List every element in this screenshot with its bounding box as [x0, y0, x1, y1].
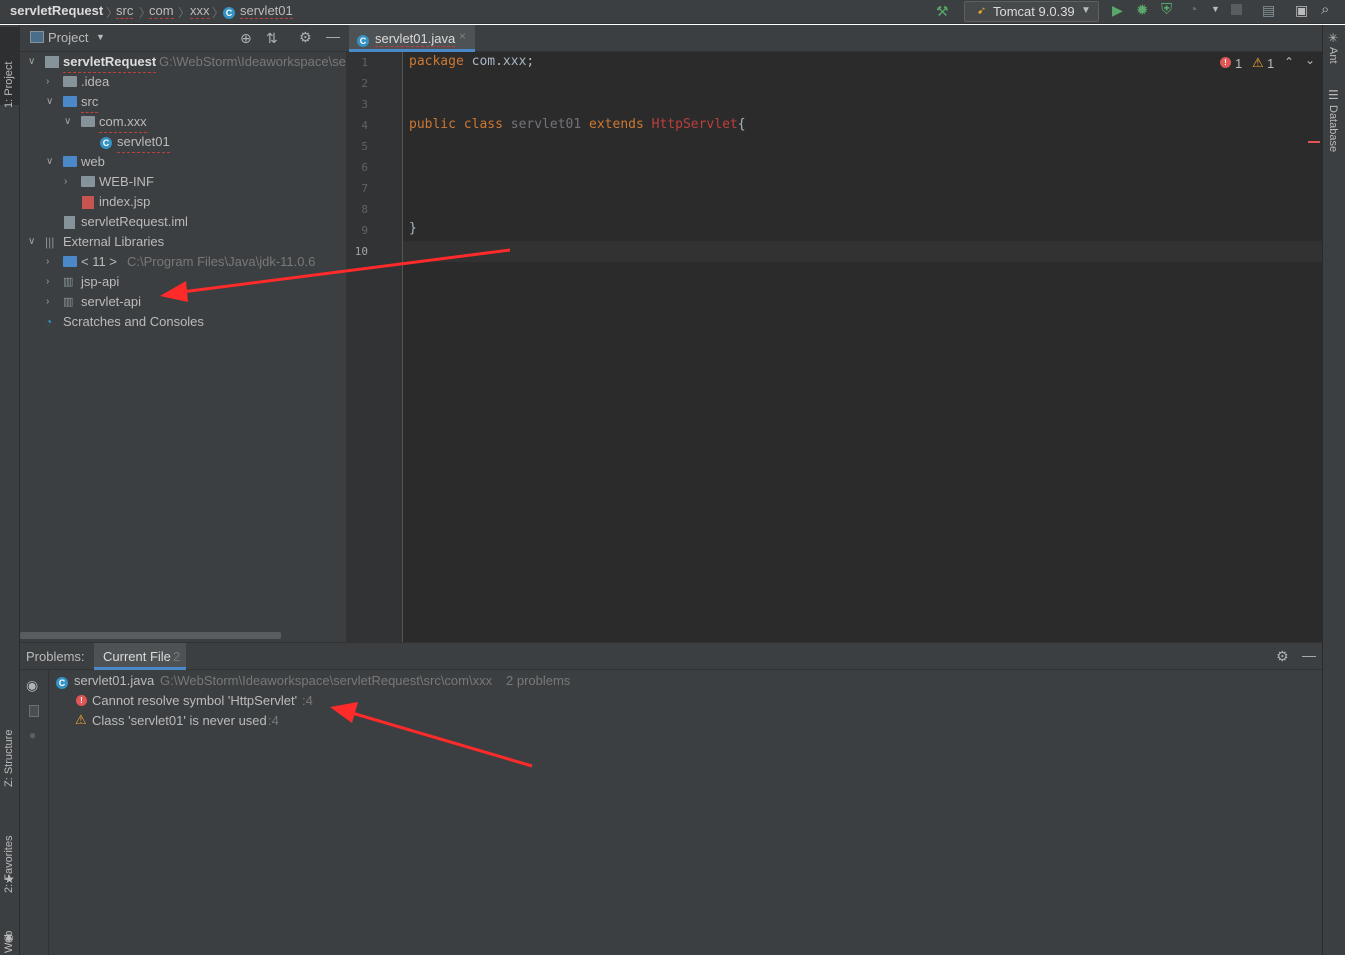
annotation-arrow [160, 248, 511, 302]
annotation-arrow [330, 702, 533, 768]
annotation-arrows [160, 248, 533, 768]
